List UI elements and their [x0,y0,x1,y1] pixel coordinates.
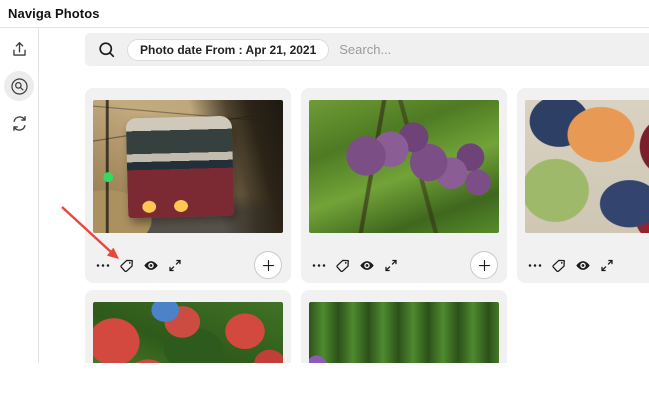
app-window: Naviga Photos [0,0,649,406]
search-input[interactable] [339,42,649,57]
search-bar: Photo date From : Apr 21, 2021 [85,33,649,66]
app-body: Photo date From : Apr 21, 2021 [0,28,649,363]
card-action-bar [93,251,282,279]
photo-card [517,88,649,283]
refresh-icon [10,114,29,133]
more-options-icon[interactable] [311,257,327,273]
page-title: Naviga Photos [8,6,100,21]
photo-thumbnail[interactable] [525,100,649,233]
more-options-icon[interactable] [527,257,543,273]
app-header: Naviga Photos [0,0,649,28]
photo-card [85,290,291,363]
sidebar-item-upload[interactable] [4,34,34,64]
tag-icon[interactable] [335,257,351,273]
photo-grid [85,88,649,363]
plus-icon [477,258,492,273]
sidebar-rail [0,28,39,363]
card-action-bar [525,251,649,279]
sidebar-item-refresh[interactable] [4,108,34,138]
expand-icon[interactable] [167,257,183,273]
photo-thumbnail[interactable] [93,100,283,233]
add-button[interactable] [254,251,282,279]
add-button[interactable] [470,251,498,279]
preview-eye-icon[interactable] [143,257,159,273]
photo-card [301,290,507,363]
filter-chip-photo-date[interactable]: Photo date From : Apr 21, 2021 [127,39,329,61]
tag-icon[interactable] [119,257,135,273]
more-options-icon[interactable] [95,257,111,273]
photo-card [85,88,291,283]
preview-eye-icon[interactable] [575,257,591,273]
photo-thumbnail[interactable] [309,100,499,233]
card-action-bar [309,251,498,279]
sidebar-item-search[interactable] [4,71,34,101]
search-circle-icon [9,76,30,97]
photo-thumbnail[interactable] [309,302,499,363]
tag-icon[interactable] [551,257,567,273]
expand-icon[interactable] [383,257,399,273]
preview-eye-icon[interactable] [359,257,375,273]
expand-icon[interactable] [599,257,615,273]
upload-icon [10,40,29,59]
photo-card [301,88,507,283]
plus-icon [261,258,276,273]
search-icon [97,40,117,60]
photo-thumbnail[interactable] [93,302,283,363]
